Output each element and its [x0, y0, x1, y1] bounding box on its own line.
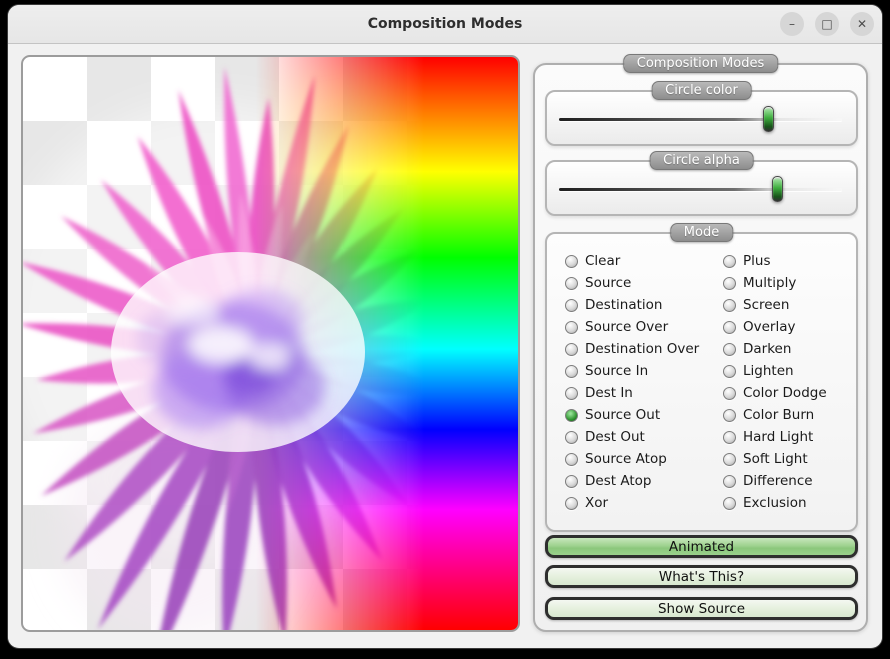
- radio-icon[interactable]: [723, 387, 736, 400]
- mode-option-source-in[interactable]: Source In: [565, 360, 699, 382]
- radio-icon[interactable]: [723, 475, 736, 488]
- composition-canvas: [21, 55, 520, 632]
- mode-option-label: Source Over: [585, 319, 668, 335]
- mode-column-right: Plus Multiply Screen Overlay Darken Lighten Co…: [723, 250, 827, 514]
- mode-option-label: Dest Atop: [585, 473, 651, 489]
- what-s-this-button[interactable]: What's This?: [545, 565, 858, 588]
- mode-option-label: Destination Over: [585, 341, 699, 357]
- circle-color-slider[interactable]: [559, 92, 842, 144]
- radio-icon[interactable]: [565, 343, 578, 356]
- mode-option-label: Screen: [743, 297, 789, 313]
- radio-icon[interactable]: [565, 277, 578, 290]
- mode-option-overlay[interactable]: Overlay: [723, 316, 827, 338]
- mode-option-color-dodge[interactable]: Color Dodge: [723, 382, 827, 404]
- radio-icon[interactable]: [723, 453, 736, 466]
- composited-ellipse: [111, 252, 365, 452]
- mode-option-darken[interactable]: Darken: [723, 338, 827, 360]
- mode-option-label: Destination: [585, 297, 662, 313]
- window-title: Composition Modes: [368, 16, 523, 32]
- mode-option-exclusion[interactable]: Exclusion: [723, 492, 827, 514]
- mode-option-label: Source Out: [585, 407, 660, 423]
- mode-option-label: Dest Out: [585, 429, 645, 445]
- radio-icon[interactable]: [565, 453, 578, 466]
- mode-option-source-over[interactable]: Source Over: [565, 316, 699, 338]
- mode-option-label: Source: [585, 275, 631, 291]
- radio-icon[interactable]: [565, 431, 578, 444]
- slider-handle[interactable]: [763, 106, 774, 132]
- mode-option-xor[interactable]: Xor: [565, 492, 699, 514]
- titlebar[interactable]: Composition Modes – □ ✕: [8, 5, 882, 44]
- mode-option-label: Xor: [585, 495, 608, 511]
- window-controls: – □ ✕: [780, 5, 874, 43]
- mode-option-label: Color Burn: [743, 407, 814, 423]
- mode-option-label: Source Atop: [585, 451, 667, 467]
- mode-option-screen[interactable]: Screen: [723, 294, 827, 316]
- circle-alpha-slider[interactable]: [559, 162, 842, 214]
- mode-option-label: Soft Light: [743, 451, 808, 467]
- mode-option-label: Dest In: [585, 385, 633, 401]
- radio-icon[interactable]: [565, 497, 578, 510]
- radio-icon[interactable]: [723, 343, 736, 356]
- mode-option-label: Difference: [743, 473, 813, 489]
- mode-option-lighten[interactable]: Lighten: [723, 360, 827, 382]
- mode-option-destination[interactable]: Destination: [565, 294, 699, 316]
- minimize-icon[interactable]: –: [780, 12, 804, 36]
- radio-icon[interactable]: [723, 299, 736, 312]
- mode-option-plus[interactable]: Plus: [723, 250, 827, 272]
- mode-option-destination-over[interactable]: Destination Over: [565, 338, 699, 360]
- mode-column-left: Clear Source Destination Source Over Destina…: [565, 250, 699, 514]
- mode-option-dest-atop[interactable]: Dest Atop: [565, 470, 699, 492]
- radio-icon[interactable]: [565, 365, 578, 378]
- mode-group: Mode ClearSourceDestinationSource OverDe…: [545, 232, 858, 532]
- maximize-icon[interactable]: □: [815, 12, 839, 36]
- show-source-button[interactable]: Show Source: [545, 597, 858, 620]
- mode-option-label: Plus: [743, 253, 770, 269]
- mode-option-label: Multiply: [743, 275, 796, 291]
- radio-icon[interactable]: [565, 255, 578, 268]
- mode-option-label: Clear: [585, 253, 620, 269]
- mode-option-color-burn[interactable]: Color Burn: [723, 404, 827, 426]
- radio-icon[interactable]: [565, 475, 578, 488]
- mode-option-source[interactable]: Source: [565, 272, 699, 294]
- slider-track[interactable]: [559, 118, 842, 121]
- main-content: Composition Modes Circle color Circle al…: [8, 44, 882, 647]
- radio-icon[interactable]: [723, 409, 736, 422]
- radio-icon[interactable]: [723, 431, 736, 444]
- circle-color-group: Circle color: [545, 90, 858, 146]
- mode-option-label: Source In: [585, 363, 648, 379]
- app-window: Composition Modes – □ ✕: [8, 5, 882, 648]
- mode-title: Mode: [670, 223, 733, 242]
- mode-option-label: Overlay: [743, 319, 795, 335]
- panel-title: Composition Modes: [623, 54, 779, 73]
- radio-icon[interactable]: [565, 321, 578, 334]
- radio-icon[interactable]: [723, 277, 736, 290]
- radio-icon[interactable]: [565, 387, 578, 400]
- mode-option-label: Hard Light: [743, 429, 813, 445]
- composition-modes-panel: Composition Modes Circle color Circle al…: [533, 63, 868, 632]
- radio-icon[interactable]: [723, 255, 736, 268]
- mode-option-label: Darken: [743, 341, 791, 357]
- mode-option-multiply[interactable]: Multiply: [723, 272, 827, 294]
- mode-option-label: Exclusion: [743, 495, 807, 511]
- mode-option-soft-light[interactable]: Soft Light: [723, 448, 827, 470]
- animated-button[interactable]: Animated: [545, 535, 858, 558]
- close-icon[interactable]: ✕: [850, 12, 874, 36]
- radio-icon[interactable]: [565, 299, 578, 312]
- mode-option-source-out[interactable]: Source Out: [565, 404, 699, 426]
- slider-track[interactable]: [559, 188, 842, 191]
- mode-option-label: Lighten: [743, 363, 794, 379]
- mode-option-difference[interactable]: Difference: [723, 470, 827, 492]
- slider-handle[interactable]: [772, 176, 783, 202]
- mode-option-dest-in[interactable]: Dest In: [565, 382, 699, 404]
- radio-icon[interactable]: [723, 321, 736, 334]
- circle-alpha-group: Circle alpha: [545, 160, 858, 216]
- radio-icon[interactable]: [723, 365, 736, 378]
- radio-icon[interactable]: [723, 497, 736, 510]
- mode-option-label: Color Dodge: [743, 385, 827, 401]
- mode-option-source-atop[interactable]: Source Atop: [565, 448, 699, 470]
- mode-option-hard-light[interactable]: Hard Light: [723, 426, 827, 448]
- radio-icon[interactable]: [565, 409, 578, 422]
- mode-option-clear[interactable]: Clear: [565, 250, 699, 272]
- mode-option-dest-out[interactable]: Dest Out: [565, 426, 699, 448]
